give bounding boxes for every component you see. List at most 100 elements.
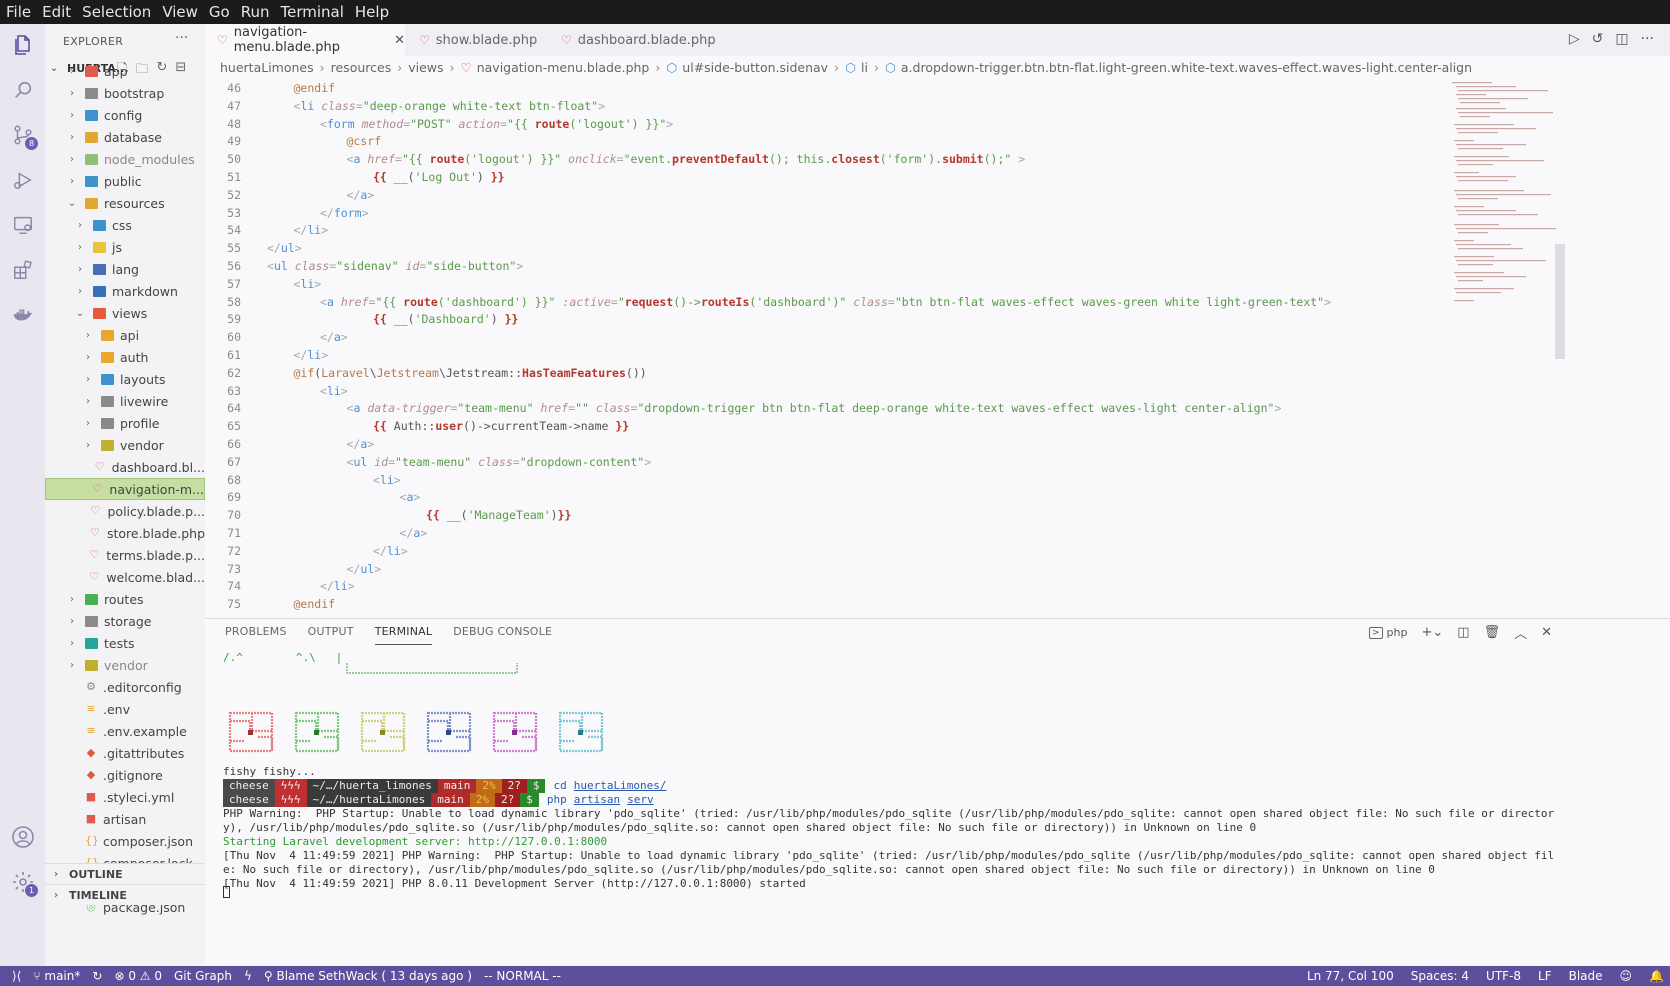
docker-icon[interactable] <box>8 300 38 330</box>
outline-section[interactable]: › OUTLINE <box>45 863 205 884</box>
maximize-panel-icon[interactable]: ︿ <box>1514 623 1527 642</box>
language-mode[interactable]: Blade <box>1569 969 1603 983</box>
terminal-selector[interactable]: > php <box>1368 626 1407 639</box>
blame-status[interactable]: ⚲ Blame SethWack ( 13 days ago ) <box>264 969 472 983</box>
timeline-section[interactable]: › TIMELINE <box>45 884 205 905</box>
tree-file[interactable]: ■ .styleci.yml <box>45 786 205 808</box>
more-actions-icon[interactable]: ··· <box>175 30 188 46</box>
tree-file[interactable]: ♡ welcome.blad... <box>45 566 205 588</box>
tree-folder[interactable]: › tests <box>45 632 205 654</box>
breadcrumb-item[interactable]: navigation-menu.blade.php <box>477 60 650 75</box>
tree-file[interactable]: ≡ .env.example <box>45 720 205 742</box>
editor-scrollbar[interactable] <box>1555 244 1565 359</box>
breadcrumb-item[interactable]: views <box>408 60 443 75</box>
settings-gear-icon[interactable]: 1 <box>8 867 38 897</box>
split-editor-icon[interactable]: ◫ <box>1615 31 1628 47</box>
tree-file[interactable]: ◆ .gitattributes <box>45 742 205 764</box>
tab-navigation-menu[interactable]: ♡ navigation-menu.blade.php ✕ <box>205 24 405 56</box>
tree-file[interactable]: ♡ store.blade.php <box>45 522 205 544</box>
indentation[interactable]: Spaces: 4 <box>1411 969 1469 983</box>
tree-file[interactable]: ♡ navigation-m... <box>45 478 205 500</box>
trash-icon[interactable]: 🗑 <box>1484 625 1501 640</box>
tree-folder[interactable]: ⌄ views <box>45 302 205 324</box>
split-terminal-icon[interactable]: ◫ <box>1457 625 1469 640</box>
breadcrumb-item[interactable]: ul#side-button.sidenav <box>682 60 828 75</box>
remote-explorer-icon[interactable] <box>8 210 38 240</box>
minimap[interactable] <box>1450 80 1560 320</box>
tree-file[interactable]: ⚙ .editorconfig <box>45 676 205 698</box>
tree-file[interactable]: ♡ policy.blade.p... <box>45 500 205 522</box>
tab-debug-console[interactable]: DEBUG CONSOLE <box>453 625 552 645</box>
tree-folder[interactable]: › auth <box>45 346 205 368</box>
tree-folder[interactable]: › js <box>45 236 205 258</box>
code-editor[interactable]: 46 @endif 47 <li class="deep-orange white-t… <box>205 80 1450 618</box>
tab-problems[interactable]: PROBLEMS <box>225 625 287 645</box>
tree-folder[interactable]: › app <box>45 60 205 82</box>
tree-folder[interactable]: › routes <box>45 588 205 610</box>
close-icon[interactable]: ✕ <box>394 33 405 48</box>
branch-status[interactable]: ⑂ main* <box>33 969 80 983</box>
end-of-line[interactable]: LF <box>1538 969 1552 983</box>
git-graph-button[interactable]: Git Graph <box>174 969 232 983</box>
sync-icon[interactable]: ↻ <box>92 969 102 983</box>
cursor-position[interactable]: Ln 77, Col 100 <box>1307 969 1394 983</box>
tree-file[interactable]: ♡ terms.blade.p... <box>45 544 205 566</box>
explorer-icon[interactable] <box>8 30 38 60</box>
tree-file[interactable]: ♡ dashboard.bl... <box>45 456 205 478</box>
tree-folder[interactable]: › css <box>45 214 205 236</box>
menu-terminal[interactable]: Terminal <box>281 3 344 21</box>
extensions-icon[interactable] <box>8 255 38 285</box>
tree-folder[interactable]: › bootstrap <box>45 82 205 104</box>
lightning-icon[interactable]: ϟ <box>244 969 252 983</box>
tab-dashboard[interactable]: ♡ dashboard.blade.php <box>549 24 719 56</box>
problems-status[interactable]: ⊗ 0 ⚠ 0 <box>114 969 162 983</box>
menu-edit[interactable]: Edit <box>42 3 71 21</box>
tree-file[interactable]: ≡ .env <box>45 698 205 720</box>
account-icon[interactable] <box>8 822 38 852</box>
run-icon[interactable]: ▷ <box>1569 31 1580 47</box>
close-panel-icon[interactable]: ✕ <box>1541 625 1552 640</box>
tree-folder[interactable]: › layouts <box>45 368 205 390</box>
tree-folder[interactable]: › config <box>45 104 205 126</box>
menu-view[interactable]: View <box>162 3 198 21</box>
tree-folder[interactable]: › database <box>45 126 205 148</box>
tree-file[interactable]: ◆ .gitignore <box>45 764 205 786</box>
tree-folder[interactable]: › livewire <box>45 390 205 412</box>
tab-terminal[interactable]: TERMINAL <box>374 625 433 645</box>
tab-output[interactable]: OUTPUT <box>308 625 354 645</box>
breadcrumb-item[interactable]: resources <box>331 60 392 75</box>
breadcrumb-item[interactable]: a.dropdown-trigger.btn.btn-flat.light-gr… <box>901 60 1472 75</box>
run-debug-icon[interactable] <box>8 165 38 195</box>
tree-folder[interactable]: › lang <box>45 258 205 280</box>
encoding[interactable]: UTF-8 <box>1486 969 1521 983</box>
more-actions-icon[interactable]: ··· <box>1641 31 1654 47</box>
tree-folder[interactable]: › vendor <box>45 434 205 456</box>
notifications-icon[interactable]: 🔔 <box>1649 969 1664 983</box>
tab-show[interactable]: ♡ show.blade.php <box>407 24 547 56</box>
source-control-icon[interactable]: 8 <box>8 120 38 150</box>
tree-file[interactable]: ■ artisan <box>45 808 205 830</box>
menu-help[interactable]: Help <box>355 3 389 21</box>
menu-selection[interactable]: Selection <box>82 3 151 21</box>
menu-go[interactable]: Go <box>209 3 230 21</box>
history-icon[interactable]: ↺ <box>1592 31 1604 47</box>
tree-folder[interactable]: › markdown <box>45 280 205 302</box>
tree-folder[interactable]: › vendor <box>45 654 205 676</box>
tree-folder[interactable]: › node_modules <box>45 148 205 170</box>
menu-run[interactable]: Run <box>241 3 270 21</box>
tree-folder[interactable]: ⌄ resources <box>45 192 205 214</box>
tree-folder[interactable]: › api <box>45 324 205 346</box>
breadcrumb-item[interactable]: huertaLimones <box>220 60 314 75</box>
tree-file[interactable]: {} composer.json <box>45 830 205 852</box>
remote-icon[interactable]: ⟩⟨ <box>12 969 21 983</box>
tree-folder[interactable]: › profile <box>45 412 205 434</box>
search-icon[interactable] <box>8 75 38 105</box>
feedback-icon[interactable]: ☺ <box>1620 969 1633 983</box>
new-terminal-icon[interactable]: +⌄ <box>1421 625 1443 640</box>
breadcrumb-item[interactable]: li <box>861 60 868 75</box>
menu-file[interactable]: File <box>6 3 31 21</box>
code-line: 74 </li> <box>205 578 1450 596</box>
tree-folder[interactable]: › public <box>45 170 205 192</box>
tree-item-label: vendor <box>120 437 164 453</box>
tree-folder[interactable]: › storage <box>45 610 205 632</box>
